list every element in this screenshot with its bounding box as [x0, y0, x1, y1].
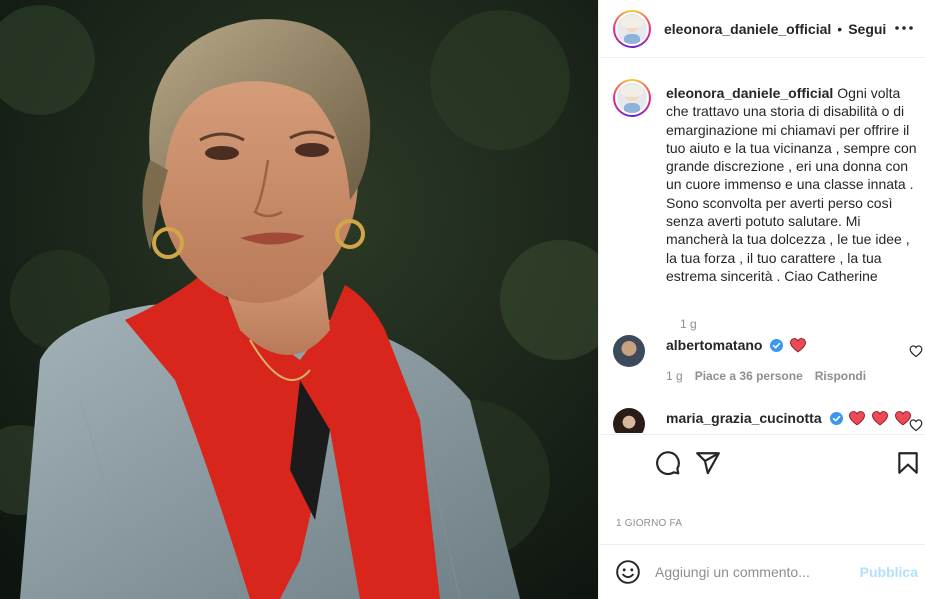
comment-timestamp[interactable]: 1 g [666, 369, 683, 383]
commenter-avatar[interactable] [613, 335, 645, 367]
post-image [0, 0, 598, 599]
comment-icon[interactable] [655, 450, 681, 476]
post-actions-bar [599, 434, 925, 494]
bookmark-icon[interactable] [895, 450, 921, 476]
caption-author-avatar[interactable] [613, 79, 651, 117]
post-side-panel: eleonora_daniele_official • Segui eleono… [598, 0, 925, 599]
follow-button[interactable]: Segui [848, 21, 886, 37]
more-options-icon[interactable] [894, 18, 914, 38]
comment-composer: Pubblica [599, 544, 925, 599]
post-photo[interactable] [0, 0, 598, 599]
heart-emoji-icon [790, 338, 807, 353]
caption-author-avatar-image [617, 83, 647, 113]
emoji-icon[interactable] [615, 559, 641, 585]
caption-username[interactable]: eleonora_daniele_official [666, 85, 833, 101]
author-avatar-image [617, 13, 647, 44]
post-header: eleonora_daniele_official • Segui [599, 0, 925, 58]
author-avatar[interactable] [613, 9, 651, 48]
commenter-username[interactable]: maria_grazia_cucinotta [666, 410, 822, 426]
heart-emoji-icon [849, 411, 866, 426]
reply-button[interactable]: Rispondi [815, 369, 866, 383]
caption-timestamp[interactable]: 1 g [680, 317, 697, 331]
comment-likes-count[interactable]: Piace a 36 persone [695, 369, 803, 383]
author-username[interactable]: eleonora_daniele_official [664, 21, 831, 37]
publish-button[interactable]: Pubblica [860, 564, 918, 580]
verified-badge-icon [829, 412, 843, 425]
commenter-username[interactable]: albertomatano [666, 337, 762, 353]
verified-badge-icon [770, 339, 784, 352]
share-icon[interactable] [695, 450, 721, 476]
comments-list[interactable]: eleonora_daniele_official Ogni volta che … [599, 59, 925, 433]
caption-text: eleonora_daniele_official Ogni volta che … [666, 84, 924, 285]
post-date[interactable]: 1 GIORNO FA [616, 518, 682, 529]
heart-emoji-icon [872, 411, 889, 426]
commenter-avatar[interactable] [613, 408, 645, 433]
heart-outline-icon[interactable] [909, 418, 923, 432]
heart-outline-icon[interactable] [909, 344, 923, 358]
caption-body: Ogni volta che trattavo una storia di di… [666, 85, 917, 284]
header-separator: • [837, 20, 843, 37]
comment-input[interactable] [655, 561, 855, 583]
